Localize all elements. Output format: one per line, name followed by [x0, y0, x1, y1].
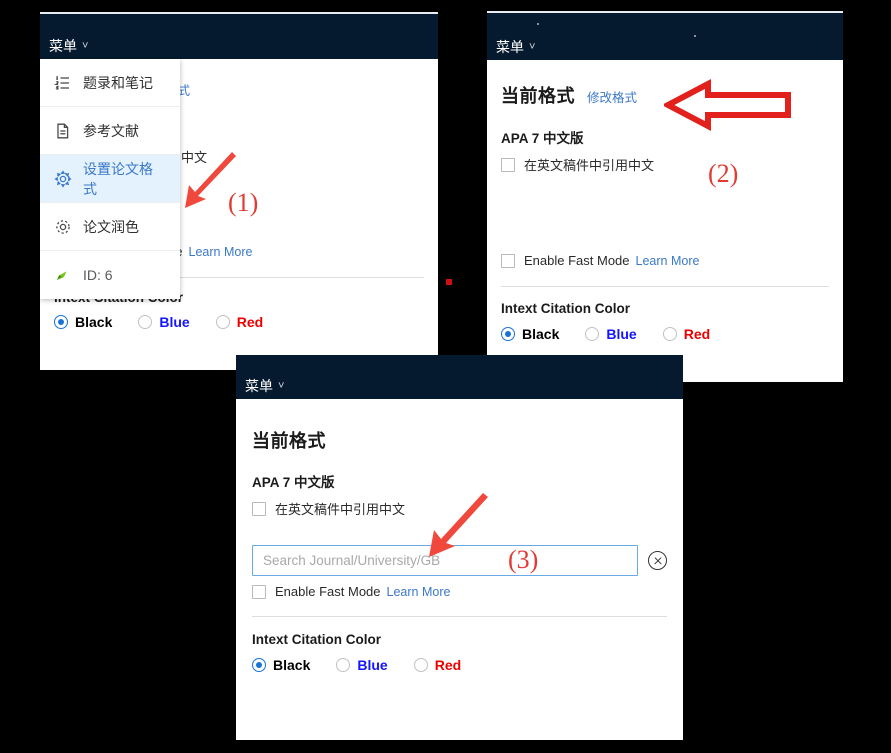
- cite-chinese-checkbox[interactable]: [252, 501, 266, 516]
- radio-black-label: Black: [273, 657, 311, 673]
- menu-item-references[interactable]: 参考文献: [40, 107, 180, 155]
- page-title: 当前格式: [252, 431, 326, 451]
- fast-mode-row-2[interactable]: Enable Fast Mode Learn More: [501, 253, 829, 268]
- format-heading-row-2: 当前格式 修改格式: [501, 82, 829, 108]
- radio-blue-label: Blue: [606, 326, 637, 342]
- radio-option-black[interactable]: Black: [252, 657, 310, 673]
- search-input-placeholder: Search Journal/University/GB: [263, 553, 441, 568]
- menu-item-id: ID: 6: [40, 251, 180, 299]
- menu-button-label: 菜单: [496, 39, 524, 55]
- radio-option-blue[interactable]: Blue: [138, 314, 190, 330]
- radio-option-blue[interactable]: Blue: [585, 326, 637, 342]
- radio-red-indicator[interactable]: [413, 658, 428, 672]
- panel-two-body: 当前格式 修改格式 APA 7 中文版 在英文稿件中引用中文 Enable Fa…: [487, 60, 843, 342]
- edit-format-link[interactable]: 修改格式: [587, 87, 637, 106]
- chevron-down-icon: ˅: [529, 40, 536, 53]
- header-top-rule: [40, 12, 438, 14]
- flag-icon: [54, 266, 72, 284]
- chevron-down-icon: ˅: [278, 379, 285, 392]
- app-header-3: 菜单 ˅: [236, 355, 683, 399]
- panel-two: 菜单 ˅ 当前格式 修改格式 APA 7 中文版 在英文稿件中引用中文 Enab…: [487, 11, 843, 382]
- radio-blue-indicator[interactable]: [138, 315, 153, 329]
- radio-black-label: Black: [75, 314, 113, 330]
- radio-black-label: Black: [522, 326, 560, 342]
- menu-item-paper-polish[interactable]: 论文润色: [40, 203, 180, 251]
- radio-blue-indicator[interactable]: [585, 327, 600, 341]
- section-divider-3: [252, 616, 667, 617]
- radio-blue-indicator[interactable]: [336, 658, 351, 672]
- cite-chinese-label: 在英文稿件中引用中文: [524, 158, 655, 173]
- radio-black-indicator[interactable]: [54, 315, 68, 329]
- list-icon: [54, 74, 72, 92]
- menu-item-label: 题录和笔记: [83, 74, 153, 91]
- menu-button-label: 菜单: [49, 38, 77, 54]
- menu-item-label: 论文润色: [83, 218, 139, 235]
- fast-mode-checkbox[interactable]: [501, 253, 515, 268]
- radio-option-black[interactable]: Black: [501, 326, 559, 342]
- fast-mode-label: Enable Fast Mode: [524, 253, 630, 268]
- style-name-3: APA 7 中文版: [252, 475, 335, 490]
- search-input[interactable]: Search Journal/University/GB: [252, 545, 638, 576]
- menu-button-3[interactable]: 菜单 ˅: [245, 376, 284, 396]
- menu-item-label: ID: 6: [83, 267, 113, 283]
- learn-more-link[interactable]: Learn More: [387, 585, 451, 599]
- radio-option-black[interactable]: Black: [54, 314, 112, 330]
- radio-red-label: Red: [434, 657, 462, 673]
- fast-mode-checkbox[interactable]: [252, 584, 266, 599]
- citation-color-radios-1: Black Blue Red: [54, 314, 424, 330]
- panel-one: 菜单 ˅ 当前格式 修改格式 APA 7 中文版 在英文稿件中引用中文 Enab…: [40, 12, 438, 370]
- radio-red-label: Red: [683, 326, 711, 342]
- journal-search-row: Search Journal/University/GB: [252, 545, 667, 576]
- menu-item-label: 参考文献: [83, 122, 139, 139]
- radio-option-blue[interactable]: Blue: [336, 657, 388, 673]
- citation-color-radios-2: Black Blue Red: [501, 326, 829, 342]
- fast-mode-label: Enable Fast Mode: [275, 584, 381, 599]
- menu-item-set-paper-format[interactable]: 设置论文格式: [40, 155, 180, 203]
- menu-item-label: 设置论文格式: [83, 160, 153, 197]
- radio-red-indicator[interactable]: [662, 327, 677, 341]
- radio-red-label: Red: [236, 314, 264, 330]
- learn-more-link[interactable]: Learn More: [636, 254, 700, 268]
- menu-button-label: 菜单: [245, 378, 273, 394]
- cite-chinese-row-2[interactable]: 在英文稿件中引用中文: [501, 155, 829, 174]
- menu-button-2[interactable]: 菜单 ˅: [496, 37, 535, 57]
- radio-option-red[interactable]: Red: [662, 326, 711, 342]
- radio-option-red[interactable]: Red: [215, 314, 264, 330]
- panel-three-body: 当前格式 APA 7 中文版 在英文稿件中引用中文 Search Journal…: [236, 399, 683, 673]
- page-title: 当前格式: [501, 86, 575, 106]
- menu-button-1[interactable]: 菜单 ˅: [49, 36, 88, 56]
- citation-color-title-2: Intext Citation Color: [501, 301, 630, 316]
- cite-chinese-row-3[interactable]: 在英文稿件中引用中文: [252, 499, 667, 518]
- radio-black-indicator[interactable]: [501, 327, 515, 341]
- style-name-2: APA 7 中文版: [501, 131, 584, 146]
- header-top-rule: [487, 11, 843, 13]
- menu-item-bibliography-notes[interactable]: 题录和笔记: [40, 59, 180, 107]
- radio-blue-label: Blue: [357, 657, 388, 673]
- app-header-1: 菜单 ˅: [40, 12, 438, 59]
- gear-icon: [54, 218, 72, 236]
- menu-dropdown[interactable]: 题录和笔记 参考文献 设置论文格式 论文润色 ID: 6: [40, 59, 180, 299]
- gear-icon: [54, 169, 72, 188]
- radio-red-indicator[interactable]: [215, 315, 230, 329]
- cite-chinese-label: 在英文稿件中引用中文: [275, 502, 406, 517]
- radio-black-indicator[interactable]: [252, 658, 266, 672]
- document-icon: [54, 122, 72, 140]
- radio-blue-label: Blue: [159, 314, 190, 330]
- citation-color-radios-3: Black Blue Red: [252, 657, 667, 673]
- radio-option-red[interactable]: Red: [413, 657, 462, 673]
- cite-chinese-checkbox[interactable]: [501, 157, 515, 172]
- header-speck: [537, 23, 539, 25]
- clear-circle-x-icon[interactable]: [648, 551, 667, 570]
- section-divider-2: [501, 286, 829, 287]
- panel-three: 菜单 ˅ 当前格式 APA 7 中文版 在英文稿件中引用中文 Search Jo…: [236, 355, 683, 740]
- citation-color-title-3: Intext Citation Color: [252, 632, 381, 647]
- header-speck: [694, 35, 696, 37]
- chevron-down-icon: ˅: [82, 39, 89, 52]
- fast-mode-row-3[interactable]: Enable Fast Mode Learn More: [252, 584, 667, 599]
- app-header-2: 菜单 ˅: [487, 11, 843, 60]
- learn-more-link[interactable]: Learn More: [189, 245, 253, 259]
- red-marker-speck: [446, 279, 452, 285]
